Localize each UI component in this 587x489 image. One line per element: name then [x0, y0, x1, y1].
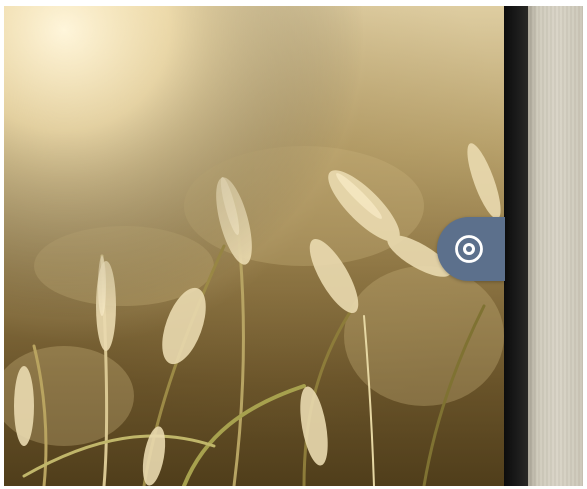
screen: [0, 0, 587, 489]
grass-illustration: [4, 6, 504, 486]
device-bezel: [504, 6, 528, 486]
camera-shutter-icon: [455, 235, 483, 263]
camera-quick-launch-button[interactable]: [437, 217, 505, 281]
side-panel: [528, 6, 583, 486]
wallpaper-photo: [4, 6, 504, 486]
